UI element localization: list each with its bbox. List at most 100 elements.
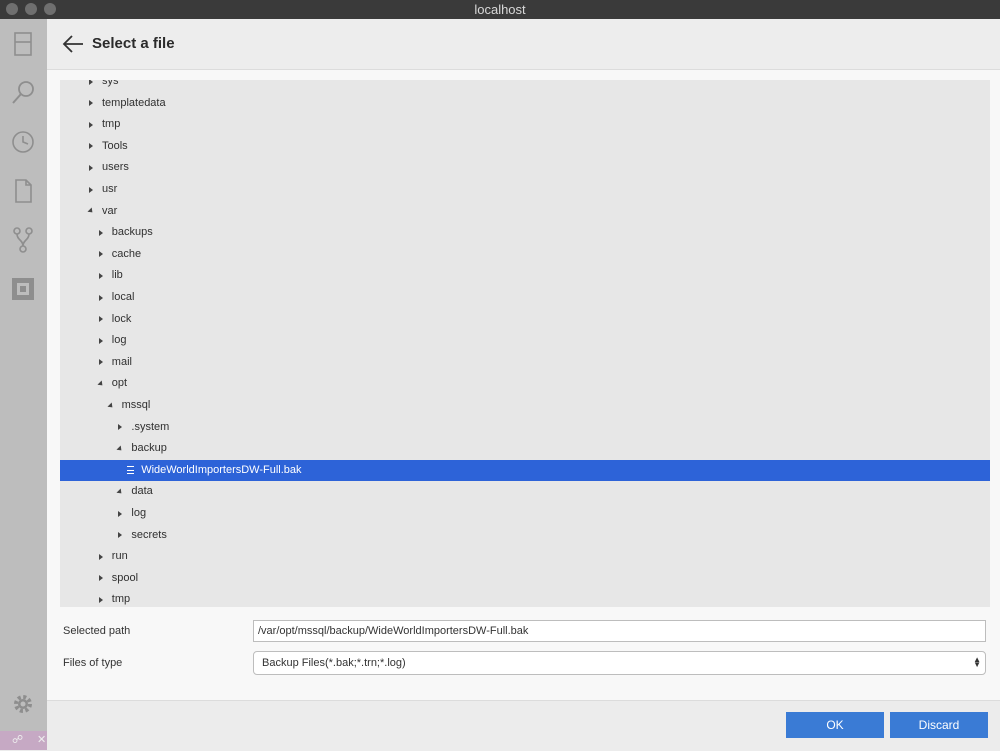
- files-of-type-select[interactable]: Backup Files(*.bak;*.trn;*.log) ▲ ▼: [253, 651, 986, 675]
- tree-folder-item[interactable]: mssql: [60, 395, 990, 416]
- tree-folder-item[interactable]: backups: [60, 222, 990, 243]
- expanded-arrow-icon[interactable]: [96, 373, 106, 394]
- files-of-type-label: Files of type: [63, 657, 123, 669]
- window-controls: [6, 3, 56, 15]
- collapsed-arrow-icon[interactable]: [96, 546, 106, 567]
- dialog-footer: OK Discard: [47, 700, 1000, 751]
- files-of-type-value: Backup Files(*.bak;*.trn;*.log): [262, 657, 406, 669]
- close-window-button[interactable]: [6, 3, 18, 15]
- tree-folder-item[interactable]: data: [60, 481, 990, 502]
- status-bar: ☍ ✕: [0, 731, 47, 750]
- dialog-body: sys templatedata tmp Tools users usr var backup…: [47, 70, 1000, 700]
- history-icon[interactable]: [8, 127, 38, 157]
- expanded-arrow-icon[interactable]: [86, 201, 96, 222]
- collapsed-arrow-icon[interactable]: [86, 136, 96, 157]
- expanded-arrow-icon[interactable]: [115, 481, 125, 502]
- tree-folder-item[interactable]: log: [60, 330, 990, 351]
- back-arrow-icon[interactable]: [61, 32, 85, 56]
- search-icon[interactable]: [8, 78, 38, 108]
- tree-folder-item[interactable]: tmp: [60, 114, 990, 135]
- collapsed-arrow-icon[interactable]: [86, 93, 96, 114]
- dialog-header: Select a file: [47, 19, 1000, 70]
- tree-item-label: opt: [111, 377, 128, 390]
- collapsed-arrow-icon[interactable]: [115, 525, 125, 546]
- tree-folder-item[interactable]: mail: [60, 352, 990, 373]
- collapsed-arrow-icon[interactable]: [96, 352, 106, 373]
- dialog-title: Select a file: [92, 35, 175, 52]
- collapsed-arrow-icon[interactable]: [96, 265, 106, 286]
- collapsed-arrow-icon[interactable]: [86, 157, 96, 178]
- collapsed-arrow-icon[interactable]: [96, 330, 106, 351]
- tree-item-label: secrets: [131, 528, 167, 541]
- tree-item-label: spool: [111, 571, 139, 584]
- tree-folder-item[interactable]: cache: [60, 244, 990, 265]
- tree-item-label: tmp: [102, 118, 121, 131]
- tree-folder-item[interactable]: local: [60, 287, 990, 308]
- window-title: localhost: [474, 2, 526, 17]
- settings-icon[interactable]: [8, 689, 38, 719]
- expanded-arrow-icon[interactable]: [115, 438, 125, 459]
- tree-folder-item[interactable]: log: [60, 503, 990, 524]
- tree-item-label: lib: [111, 269, 123, 282]
- ok-button[interactable]: OK: [786, 712, 884, 738]
- explorer-icon[interactable]: [8, 29, 38, 59]
- tree-folder-item[interactable]: var: [60, 201, 990, 222]
- collapsed-arrow-icon[interactable]: [86, 179, 96, 200]
- tree-folder-item[interactable]: backup: [60, 438, 990, 459]
- collapsed-arrow-icon[interactable]: [115, 417, 125, 438]
- file-icon[interactable]: [8, 176, 38, 206]
- extensions-icon[interactable]: [8, 274, 38, 304]
- close-icon[interactable]: ✕: [37, 733, 46, 746]
- tree-folder-item[interactable]: tmp: [60, 589, 990, 607]
- tree-item-label: mail: [111, 355, 132, 368]
- collapsed-arrow-icon[interactable]: [96, 222, 106, 243]
- minimize-window-button[interactable]: [25, 3, 37, 15]
- collapsed-arrow-icon[interactable]: [115, 503, 125, 524]
- file-tree[interactable]: sys templatedata tmp Tools users usr var backup…: [60, 80, 990, 607]
- connection-icon[interactable]: ☍: [12, 733, 23, 746]
- tree-item-label: .system: [131, 420, 170, 433]
- tree-folder-item[interactable]: sys: [60, 80, 990, 92]
- tree-item-label: backup: [131, 442, 167, 455]
- file-dialog: Select a file sys templatedata tmp Tools use…: [47, 19, 1000, 751]
- tree-item-label: cache: [111, 247, 142, 260]
- tree-folder-item[interactable]: templatedata: [60, 93, 990, 114]
- tree-item-label: mssql: [121, 399, 151, 411]
- tree-folder-item[interactable]: usr: [60, 179, 990, 200]
- tree-item-label: users: [102, 161, 129, 174]
- collapsed-arrow-icon[interactable]: [96, 309, 106, 330]
- zoom-window-button[interactable]: [44, 3, 56, 15]
- tree-folder-item[interactable]: lib: [60, 265, 990, 286]
- collapsed-arrow-icon[interactable]: [96, 244, 106, 265]
- collapsed-arrow-icon[interactable]: [96, 287, 106, 308]
- selected-path-input[interactable]: /var/opt/mssql/backup/WideWorldImporters…: [253, 620, 986, 642]
- tree-folder-item[interactable]: secrets: [60, 525, 990, 546]
- tree-folder-item[interactable]: users: [60, 157, 990, 178]
- select-arrows-icon: ▲ ▼: [973, 655, 981, 669]
- activity-bar: [0, 19, 47, 750]
- collapsed-arrow-icon[interactable]: [86, 114, 96, 135]
- tree-item-label: lock: [111, 312, 132, 325]
- tree-folder-item[interactable]: .system: [60, 417, 990, 438]
- collapsed-arrow-icon[interactable]: [96, 568, 106, 589]
- file-icon: [125, 460, 135, 481]
- tree-item-label: log: [111, 334, 127, 347]
- expanded-arrow-icon[interactable]: [106, 395, 116, 416]
- collapsed-arrow-icon[interactable]: [96, 589, 106, 607]
- tree-file-item[interactable]: WideWorldImportersDW-Full.bak: [60, 459, 990, 481]
- tree-folder-item[interactable]: spool: [60, 568, 990, 589]
- tree-item-label: var: [102, 204, 118, 217]
- tree-folder-item[interactable]: lock: [60, 309, 990, 330]
- source-control-icon[interactable]: [8, 225, 38, 255]
- discard-button[interactable]: Discard: [890, 712, 988, 738]
- tree-item-label: tmp: [111, 593, 131, 606]
- tree-folder-item[interactable]: opt: [60, 373, 990, 394]
- tree-folder-item[interactable]: run: [60, 546, 990, 567]
- window-titlebar: localhost: [0, 0, 1000, 19]
- tree-item-label: templatedata: [102, 96, 166, 109]
- tree-item-label: WideWorldImportersDW-Full.bak: [141, 463, 302, 476]
- tree-item-label: local: [111, 291, 135, 303]
- tree-folder-item[interactable]: Tools: [60, 136, 990, 157]
- tree-item-label: log: [131, 507, 147, 519]
- collapsed-arrow-icon[interactable]: [86, 80, 96, 92]
